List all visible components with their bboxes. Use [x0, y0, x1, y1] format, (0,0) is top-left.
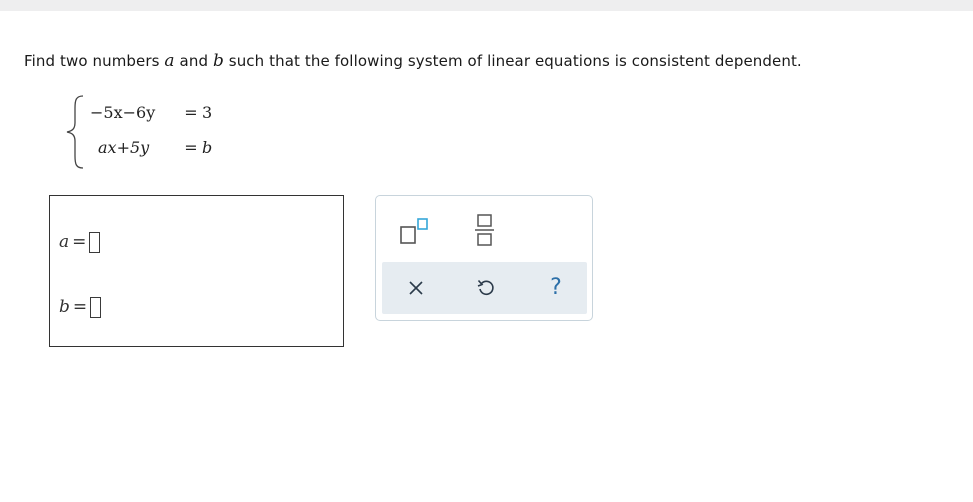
clear-icon: [409, 281, 423, 295]
equation-row-2: ax+5y = b: [90, 138, 212, 157]
help-button[interactable]: ?: [540, 272, 572, 304]
undo-icon: [477, 279, 494, 296]
fraction-button[interactable]: [470, 212, 500, 248]
answer-box: a = b =: [49, 195, 344, 347]
question-text-part: Find two numbers: [24, 52, 165, 70]
equation-rhs: 3: [202, 103, 213, 122]
equation-system: −5x−6y = 3 ax+5y = b: [64, 92, 264, 172]
superscript-icon: [400, 218, 428, 244]
answer-b-input[interactable]: [90, 296, 102, 318]
answer-equals: =: [72, 297, 88, 317]
action-bar: ?: [382, 262, 587, 314]
answer-var-label: a: [59, 232, 70, 252]
equation-row-1: −5x−6y = 3: [90, 103, 212, 122]
variable-b: b: [212, 51, 224, 71]
question-text-part: and: [174, 52, 213, 70]
answer-a-input[interactable]: [89, 231, 101, 253]
variable-a: a: [164, 51, 175, 71]
fraction-icon: [475, 214, 494, 246]
question-text: Find two numbers a and b such that the f…: [24, 51, 802, 71]
equation-equals: =: [184, 103, 198, 122]
answer-row-a: a =: [59, 230, 101, 254]
left-brace-icon: [66, 95, 84, 169]
answer-equals: =: [72, 232, 87, 252]
math-tool-panel: ?: [375, 195, 593, 321]
equation-lhs: −5x−6y: [90, 103, 156, 122]
answer-var-label: b: [59, 297, 70, 317]
top-bar: [0, 0, 973, 11]
equation-lhs: ax+5y: [98, 138, 150, 157]
clear-button[interactable]: [400, 272, 432, 304]
equation-equals: =: [184, 138, 198, 157]
undo-button[interactable]: [470, 272, 502, 304]
superscript-button[interactable]: [398, 216, 438, 246]
equation-rhs: b: [202, 138, 213, 157]
help-icon: ?: [550, 275, 562, 300]
answer-row-b: b =: [59, 295, 102, 319]
question-text-part: such that the following system of linear…: [223, 52, 802, 70]
